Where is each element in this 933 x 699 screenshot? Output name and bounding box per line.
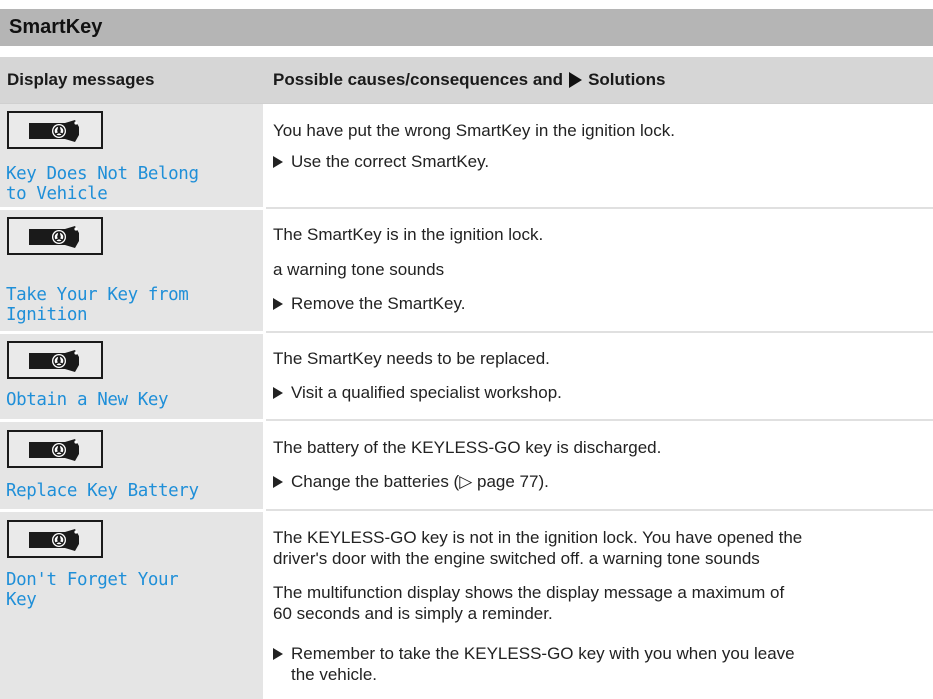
solution-arrow-icon: [273, 156, 283, 168]
solution-item: Use the correct SmartKey.: [273, 151, 489, 172]
row-divider: [266, 419, 933, 421]
solution-arrow-icon: [273, 387, 283, 399]
section-title: SmartKey: [9, 16, 103, 38]
cause-line: The SmartKey is in the ignition lock.: [273, 225, 544, 244]
display-message-line: Ignition: [6, 305, 88, 325]
solution-item: Remember to take the KEYLESS-GO key with…: [273, 643, 795, 685]
cause-line: The battery of the KEYLESS-GO key is dis…: [273, 438, 662, 457]
solution-arrow-icon: [273, 476, 283, 488]
info-line: The multifunction display shows the disp…: [273, 583, 785, 602]
row-divider: [266, 207, 933, 209]
display-message: Replace Key Battery: [6, 481, 199, 501]
solution-arrow-icon: [273, 298, 283, 310]
header-display-messages: Display messages: [7, 70, 155, 89]
display-message: Obtain a New Key: [6, 390, 169, 410]
solution-item: Remove the SmartKey.: [273, 293, 465, 314]
display-message-line: Key: [6, 590, 37, 610]
solution-text: Use the correct SmartKey.: [291, 152, 490, 171]
info-text: The multifunction display shows the disp…: [273, 582, 784, 624]
cause-text: The KEYLESS-GO key is not in the ignitio…: [273, 527, 802, 569]
solution-arrow-icon: [569, 72, 583, 88]
header-causes-label: Possible causes/consequences and: [273, 70, 564, 89]
key-icon: [7, 111, 103, 149]
row-divider: [266, 331, 933, 333]
solution-line: the vehicle.: [291, 665, 377, 684]
cause-text: You have put the wrong SmartKey in the i…: [273, 120, 675, 141]
cause-line: driver's door with the engine switched o…: [273, 549, 760, 568]
row-divider: [266, 509, 933, 511]
solution-text: Visit a qualified specialist workshop.: [291, 383, 562, 402]
cause-text: The SmartKey needs to be replaced.: [273, 348, 550, 369]
cause-text: The SmartKey is in the ignition lock.: [273, 224, 543, 245]
solution-text: Change the batteries (▷ page 77).: [291, 472, 549, 491]
solution-arrow-icon: [273, 648, 283, 660]
key-icon: [7, 520, 103, 558]
info-line: 60 seconds and is simply a reminder.: [273, 604, 553, 623]
display-message-line: Don't Forget Your: [6, 570, 179, 590]
display-message-line: to Vehicle: [6, 184, 108, 204]
solution-text: Remove the SmartKey.: [291, 294, 466, 313]
cause-line: a warning tone sounds: [273, 260, 445, 279]
section-header: SmartKey: [0, 9, 933, 46]
cause-text: The battery of the KEYLESS-GO key is dis…: [273, 437, 661, 458]
display-message-line: Obtain a New Key: [6, 390, 169, 410]
display-message-line: Take Your Key from: [6, 285, 189, 305]
display-message: Take Your Key from Ignition: [6, 285, 189, 325]
header-causes-solutions: Possible causes/consequences and Solutio…: [273, 70, 666, 90]
solution-line: Remember to take the KEYLESS-GO key with…: [291, 644, 795, 663]
display-message: Don't Forget Your Key: [6, 570, 179, 610]
row-divider: [0, 103, 933, 104]
cause-text: a warning tone sounds: [273, 259, 444, 280]
cause-line: The SmartKey needs to be replaced.: [273, 349, 550, 368]
solution-text: Remember to take the KEYLESS-GO key with…: [291, 643, 795, 685]
solution-item: Change the batteries (▷ page 77).: [273, 471, 549, 492]
key-icon: [7, 341, 103, 379]
key-icon: [7, 217, 103, 255]
cause-line: The KEYLESS-GO key is not in the ignitio…: [273, 528, 803, 547]
table-header: Display messages Possible causes/consequ…: [0, 57, 933, 103]
display-message-line: Key Does Not Belong: [6, 164, 199, 184]
key-icon: [7, 430, 103, 468]
display-message: Key Does Not Belong to Vehicle: [6, 164, 199, 204]
display-message-line: Replace Key Battery: [6, 481, 199, 501]
cause-line: You have put the wrong SmartKey in the i…: [273, 121, 675, 140]
header-solutions-label: Solutions: [588, 70, 666, 89]
solution-item: Visit a qualified specialist workshop.: [273, 382, 562, 403]
